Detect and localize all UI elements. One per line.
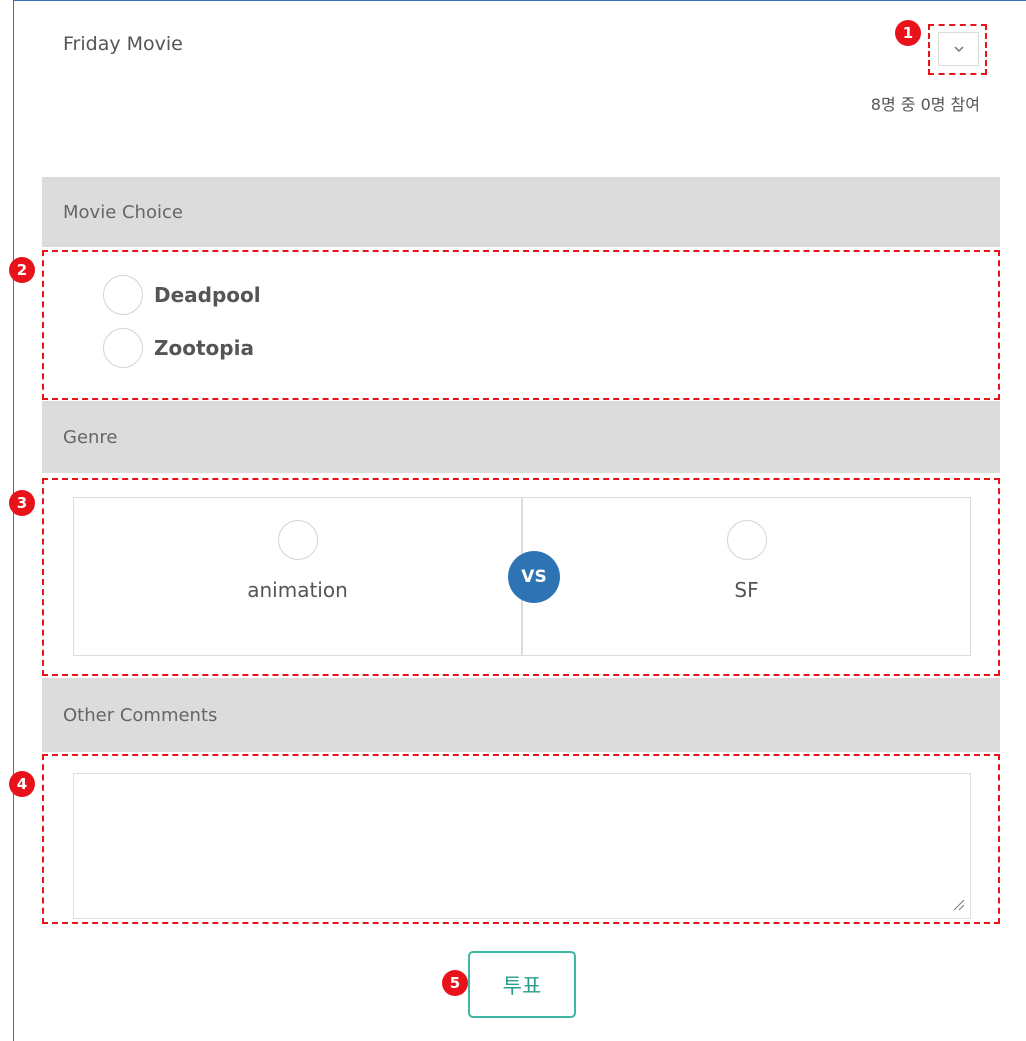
section-heading-label: Other Comments xyxy=(63,704,218,726)
participation-count: 8명 중 0명 참여 xyxy=(870,95,980,114)
annotation-marker-3: 3 xyxy=(9,490,35,516)
annotation-marker-1: 1 xyxy=(895,20,921,46)
annotation-marker-4: 4 xyxy=(9,771,35,797)
annotation-box-4 xyxy=(42,754,1000,924)
section-heading-movie-choice: Movie Choice xyxy=(42,177,1000,247)
annotation-marker-5: 5 xyxy=(442,970,468,996)
vote-button[interactable]: 투표 xyxy=(468,951,576,1018)
poll-title: Friday Movie xyxy=(63,33,183,55)
annotation-box-3 xyxy=(42,478,1000,676)
section-heading-label: Genre xyxy=(63,426,118,448)
annotation-box-1 xyxy=(928,24,987,75)
section-heading-genre: Genre xyxy=(42,401,1000,473)
section-heading-label: Movie Choice xyxy=(63,201,183,223)
annotation-marker-2: 2 xyxy=(9,257,35,283)
section-heading-comments: Other Comments xyxy=(42,678,1000,752)
annotation-box-2 xyxy=(42,250,1000,400)
